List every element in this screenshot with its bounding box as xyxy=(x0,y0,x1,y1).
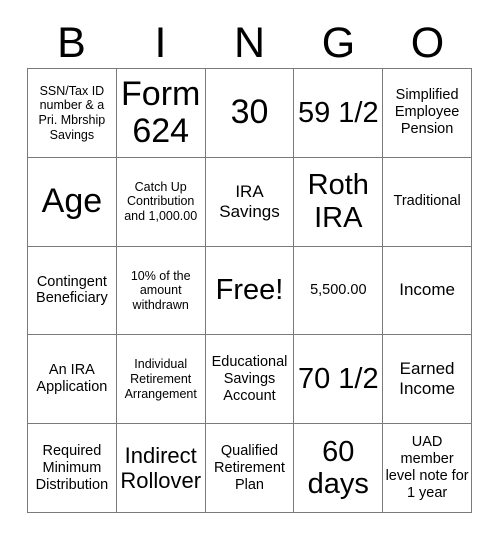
bingo-cell[interactable]: Indirect Rollover xyxy=(116,424,206,513)
bingo-cell-label: Indirect Rollover xyxy=(120,442,202,494)
bingo-cell-label: Qualified Retirement Plan xyxy=(214,442,285,493)
bingo-header-row: B I N G O xyxy=(27,18,472,68)
bingo-cell[interactable]: Educational Savings Account xyxy=(205,335,295,425)
bingo-cell[interactable]: 60 days xyxy=(294,424,384,513)
bingo-cell[interactable]: 59 1/2 xyxy=(294,69,384,158)
bingo-cell[interactable]: An IRA Application xyxy=(28,335,117,425)
bingo-header-letter-b: B xyxy=(57,18,86,67)
bingo-cell[interactable]: 10% of the amount withdrawn xyxy=(116,246,206,336)
bingo-cell-label: 70 1/2 xyxy=(297,363,379,396)
bingo-cell[interactable]: Qualified Retirement Plan xyxy=(205,424,295,513)
bingo-cell-label: 10% of the amount withdrawn xyxy=(130,268,191,312)
bingo-cell-label: IRA Savings xyxy=(219,181,280,221)
bingo-cell-label: Income xyxy=(399,280,455,300)
bingo-cell[interactable]: Roth IRA xyxy=(294,157,384,247)
bingo-cell[interactable]: SSN/Tax ID number & a Pri. Mbrship Savin… xyxy=(28,69,117,158)
bingo-cell[interactable]: Age xyxy=(28,157,117,247)
bingo-cell-label: Catch Up Contribution and 1,000.00 xyxy=(124,179,198,223)
bingo-cell-label: Educational Savings Account xyxy=(211,353,288,404)
bingo-cell-label: Required Minimum Distribution xyxy=(35,442,109,493)
bingo-cell-label: Roth IRA xyxy=(307,169,369,234)
bingo-cell[interactable]: Simplified Employee Pension xyxy=(383,69,472,158)
bingo-cell[interactable]: 5,500.00 xyxy=(294,246,384,336)
bingo-cell-label: 5,500.00 xyxy=(310,282,367,299)
bingo-cell[interactable]: Income xyxy=(383,246,472,336)
bingo-cell-label: UAD member level note for 1 year xyxy=(385,434,469,502)
bingo-cell-label: Contingent Beneficiary xyxy=(36,273,108,307)
bingo-cell-label: Age xyxy=(41,182,103,220)
bingo-header-letter-g: G xyxy=(321,18,356,67)
bingo-cell-label: SSN/Tax ID number & a Pri. Mbrship Savin… xyxy=(38,83,106,142)
bingo-cell-label: 59 1/2 xyxy=(297,96,379,129)
bingo-cell[interactable]: Contingent Beneficiary xyxy=(28,246,117,336)
bingo-cell[interactable]: Form 624 xyxy=(116,69,206,158)
bingo-cell-label: Individual Retirement Arrangement xyxy=(124,357,197,401)
bingo-card: B I N G O SSN/Tax ID number & a Pri. Mbr… xyxy=(0,0,500,544)
bingo-cell-label: An IRA Application xyxy=(36,362,108,396)
bingo-cell[interactable]: Individual Retirement Arrangement xyxy=(116,335,206,425)
bingo-header-letter-n: N xyxy=(233,18,266,67)
bingo-cell[interactable]: Catch Up Contribution and 1,000.00 xyxy=(116,157,206,247)
bingo-cell-label: 30 xyxy=(230,93,269,132)
bingo-free-cell[interactable]: Free! xyxy=(205,246,295,336)
bingo-cell[interactable]: Earned Income xyxy=(383,335,472,425)
bingo-cell-label: Simplified Employee Pension xyxy=(394,87,460,138)
bingo-cell[interactable]: IRA Savings xyxy=(205,157,295,247)
bingo-cell[interactable]: 70 1/2 xyxy=(294,335,384,425)
bingo-cell-label: Earned Income xyxy=(399,359,455,399)
bingo-cell[interactable]: Traditional xyxy=(383,157,472,247)
bingo-cell[interactable]: 30 xyxy=(205,69,295,158)
bingo-cell-label: Form 624 xyxy=(121,74,201,150)
bingo-cell-label: Traditional xyxy=(393,193,461,210)
bingo-header-letter-o: O xyxy=(410,18,445,67)
bingo-header-letter-i: I xyxy=(154,18,167,67)
bingo-cell[interactable]: UAD member level note for 1 year xyxy=(383,424,472,513)
bingo-free-label: Free! xyxy=(215,274,284,307)
bingo-cell-label: 60 days xyxy=(307,435,369,501)
bingo-cell[interactable]: Required Minimum Distribution xyxy=(28,424,117,513)
bingo-grid: SSN/Tax ID number & a Pri. Mbrship Savin… xyxy=(27,68,472,513)
